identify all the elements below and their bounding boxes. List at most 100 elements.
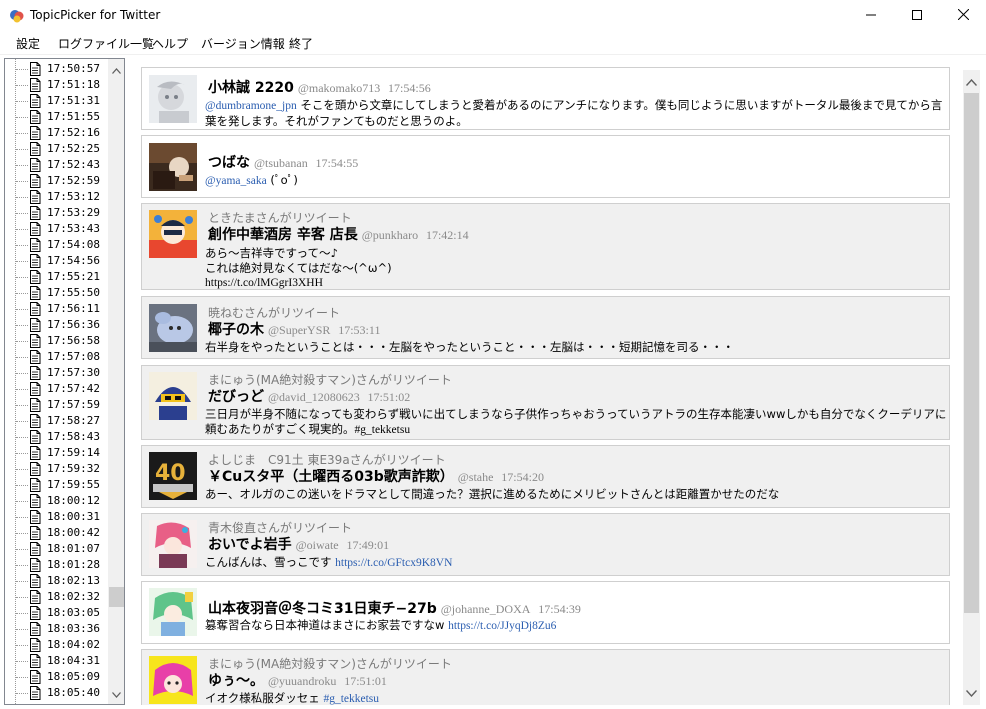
tree-item-log[interactable]: 18:03:36 — [5, 621, 109, 637]
minimize-button[interactable] — [848, 0, 894, 31]
tweet-list-scroll-thumb[interactable] — [964, 93, 979, 613]
user-handle[interactable]: @david_12080623 — [268, 390, 360, 404]
tree-item-log[interactable]: 17:57:42 — [5, 381, 109, 397]
user-name[interactable]: 椰子の木 — [208, 322, 264, 338]
tweet-card[interactable]: ときたまさんがリツイート 創作中華酒房 辛客 店長 @punkharo 17:42… — [141, 203, 950, 290]
tree-item-log[interactable]: 17:54:08 — [5, 237, 109, 253]
tree-item-log[interactable]: 17:58:43 — [5, 429, 109, 445]
tree-item-log[interactable]: 18:02:32 — [5, 589, 109, 605]
mention-link[interactable]: @dumbramone_jpn — [205, 100, 297, 112]
user-handle[interactable]: @SuperYSR — [268, 323, 330, 337]
tree-item-log[interactable]: 17:52:16 — [5, 125, 109, 141]
tweet-link[interactable]: https://t.co/JJyqDj8Zu6 — [448, 620, 556, 632]
tree-item-log[interactable]: 17:57:59 — [5, 397, 109, 413]
menu-help[interactable]: ヘルプ — [152, 35, 188, 52]
user-name[interactable]: つばな — [208, 155, 250, 171]
tree-item-log[interactable]: 17:52:25 — [5, 141, 109, 157]
tree-item-log[interactable]: 18:01:28 — [5, 557, 109, 573]
avatar[interactable] — [149, 143, 197, 191]
tree-item-log[interactable]: 17:51:18 — [5, 77, 109, 93]
tree-item-log[interactable]: 17:54:56 — [5, 253, 109, 269]
tree-item-log[interactable]: 17:51:31 — [5, 93, 109, 109]
tree-item-log[interactable]: 17:57:30 — [5, 365, 109, 381]
user-handle[interactable]: @punkharo — [362, 228, 418, 242]
tree-item-log[interactable]: 17:56:36 — [5, 317, 109, 333]
tree-item-log[interactable]: 18:00:42 — [5, 525, 109, 541]
tree-item-log[interactable]: 17:58:27 — [5, 413, 109, 429]
tree-item-log[interactable]: 17:59:32 — [5, 461, 109, 477]
tree-item-log[interactable]: 17:55:50 — [5, 285, 109, 301]
avatar[interactable] — [149, 520, 197, 568]
user-name[interactable]: 山本夜羽音＠冬コミ31日東チ−27b — [208, 601, 437, 617]
tweet-link[interactable]: https://t.co/GFtcx9K8VN — [335, 557, 452, 569]
tree-item-log[interactable]: 18:02:13 — [5, 573, 109, 589]
user-handle[interactable]: @stahe — [458, 470, 494, 484]
tweet-list-scroll-up-button[interactable] — [963, 73, 980, 90]
user-name[interactable]: だびっど — [208, 389, 264, 405]
tree-item-log[interactable]: 17:56:58 — [5, 333, 109, 349]
tree-item-log[interactable]: 17:53:12 — [5, 189, 109, 205]
mention-link[interactable]: @yama_saka — [205, 175, 267, 187]
user-name[interactable]: おいでよ岩手 — [208, 537, 292, 553]
tweet-card[interactable]: まにゅう(MA絶対殺すマン)さんがリツイート だびっど @david_120806… — [141, 365, 950, 440]
tree-item-log[interactable]: 17:59:14 — [5, 445, 109, 461]
user-handle[interactable]: @johanne_DOXA — [441, 602, 531, 616]
log-file-tree[interactable]: 17:50:57 17:51:18 17:51:31 17:51:55 17:52:16… — [4, 58, 125, 705]
avatar[interactable] — [149, 588, 197, 636]
hashtag-link[interactable]: #g_tekketsu — [355, 424, 411, 436]
user-name[interactable]: ￥Cuスタ平（土曜西る03b歌声詐欺） — [208, 469, 454, 485]
tweet-list[interactable]: 小林誠 2220 @makomako713 17:54:56 @dumbramon… — [130, 58, 982, 705]
tree-item-log[interactable]: 18:01:07 — [5, 541, 109, 557]
tree-item-log[interactable]: 17:55:21 — [5, 269, 109, 285]
tweet-card[interactable]: 40 よしじま C91土 東E39aさんがリツイート ￥Cuスタ平（土曜西る03… — [141, 445, 950, 508]
tree-item-log[interactable]: 18:00:31 — [5, 509, 109, 525]
tweet-card[interactable]: 小林誠 2220 @makomako713 17:54:56 @dumbramon… — [141, 67, 950, 130]
tweet-card[interactable]: 暁ねむさんがリツイート 椰子の木 @SuperYSR 17:53:11 右半身をや… — [141, 296, 950, 359]
avatar[interactable] — [149, 304, 197, 352]
tree-item-log[interactable]: 18:00:12 — [5, 493, 109, 509]
tree-item-log[interactable]: 17:52:59 — [5, 173, 109, 189]
tree-scroll-down-button[interactable] — [108, 685, 124, 702]
tree-item-log[interactable]: 17:57:08 — [5, 349, 109, 365]
hashtag-link[interactable]: #g_tekketsu — [323, 693, 379, 705]
tweet-card[interactable]: 青木俊直さんがリツイート おいでよ岩手 @oiwate 17:49:01 こんばん… — [141, 513, 950, 576]
user-handle[interactable]: @makomako713 — [298, 81, 380, 95]
menu-version-info[interactable]: バージョン情報 — [201, 35, 285, 52]
tree-item-log[interactable]: 18:03:05 — [5, 605, 109, 621]
avatar[interactable] — [149, 656, 197, 704]
tree-scrollbar[interactable] — [108, 59, 124, 704]
maximize-button[interactable] — [894, 0, 940, 31]
avatar[interactable] — [149, 75, 197, 123]
close-button[interactable] — [940, 0, 986, 31]
tree-item-log[interactable]: 18:04:31 — [5, 653, 109, 669]
menu-log-files[interactable]: ログファイル一覧 — [58, 35, 154, 52]
user-handle[interactable]: @yuuandroku — [268, 674, 336, 688]
tweet-link[interactable]: https://t.co/lMGgrI3XHH — [205, 276, 947, 291]
tweet-list-scrollbar[interactable] — [963, 70, 980, 705]
tree-scroll-up-button[interactable] — [108, 61, 124, 78]
tweet-card[interactable]: まにゅう(MA絶対殺すマン)さんがリツイート ゆぅ〜。 @yuuandroku 1… — [141, 649, 950, 705]
user-name[interactable]: 小林誠 2220 — [208, 80, 294, 96]
user-name[interactable]: 創作中華酒房 辛客 店長 — [208, 227, 358, 243]
menu-exit[interactable]: 終了 — [289, 35, 313, 52]
tweet-card[interactable]: つばな @tsubanan 17:54:55 @yama_saka (ﾟoﾟ) — [141, 135, 950, 198]
tree-item-log[interactable]: 17:53:43 — [5, 221, 109, 237]
tree-item-log[interactable]: 18:05:09 — [5, 669, 109, 685]
user-handle[interactable]: @oiwate — [296, 538, 339, 552]
menu-settings[interactable]: 設定 — [16, 35, 40, 52]
avatar[interactable]: 40 — [149, 452, 197, 500]
tree-item-log[interactable]: 18:04:02 — [5, 637, 109, 653]
tweet-list-scroll-down-button[interactable] — [963, 684, 980, 701]
tree-item-log[interactable]: 17:50:57 — [5, 61, 109, 77]
tree-item-log[interactable]: 17:56:11 — [5, 301, 109, 317]
avatar[interactable] — [149, 210, 197, 258]
tweet-card[interactable]: 山本夜羽音＠冬コミ31日東チ−27b @johanne_DOXA 17:54:39… — [141, 581, 950, 644]
tree-item-log[interactable]: 17:52:43 — [5, 157, 109, 173]
user-name[interactable]: ゆぅ〜。 — [208, 673, 264, 689]
avatar[interactable] — [149, 372, 197, 420]
tree-item-log[interactable]: 18:05:40 — [5, 685, 109, 701]
tree-item-log[interactable]: 17:53:29 — [5, 205, 109, 221]
tree-item-log[interactable]: 17:59:55 — [5, 477, 109, 493]
tree-scroll-thumb[interactable] — [109, 587, 124, 607]
tree-item-log[interactable]: 17:51:55 — [5, 109, 109, 125]
